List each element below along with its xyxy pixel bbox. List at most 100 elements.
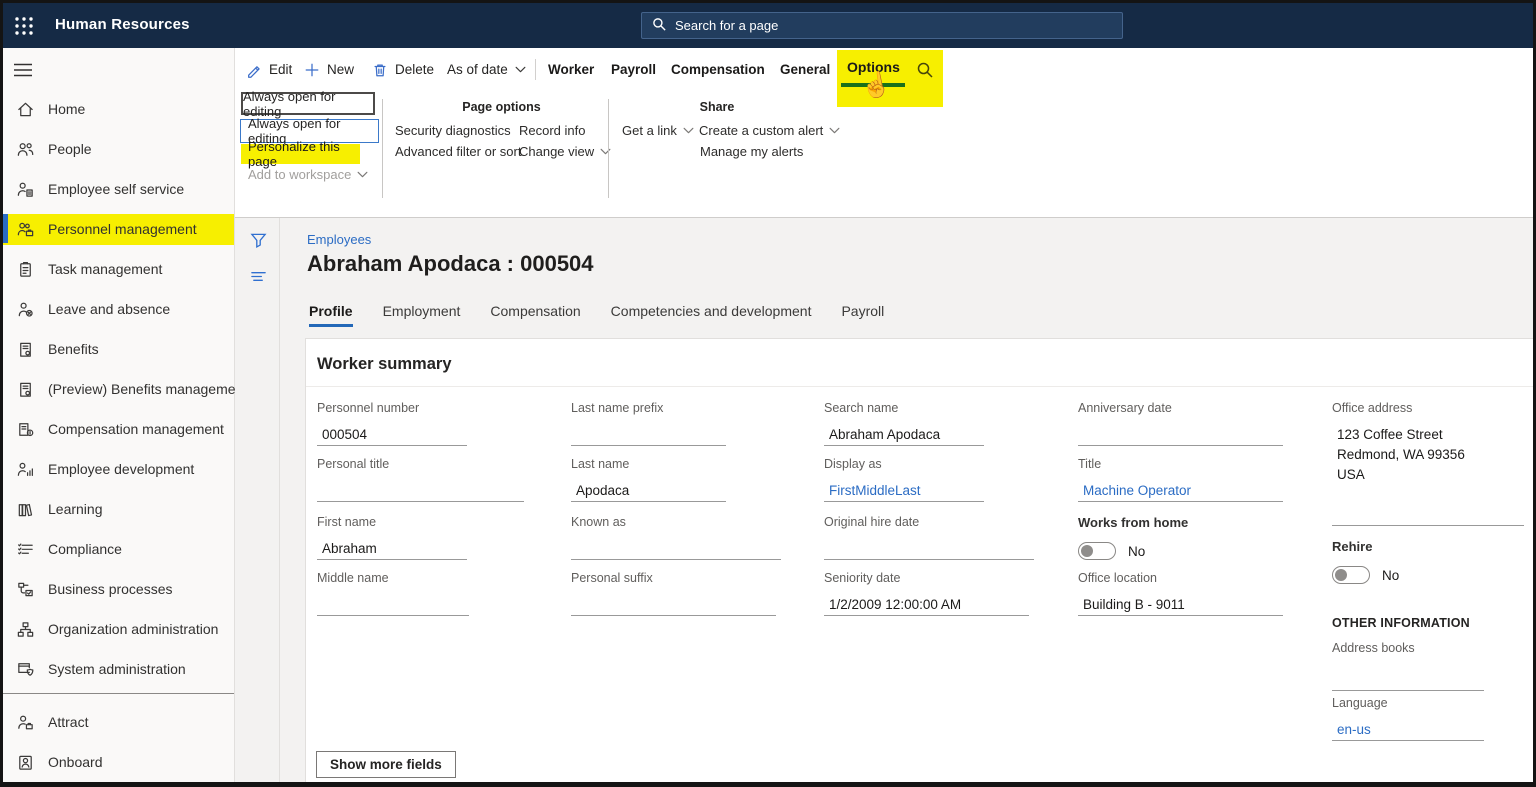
menu-item-create-a-custom-alert[interactable]: Create a custom alert (699, 123, 840, 138)
app-launcher-button[interactable] (14, 16, 36, 36)
original-hire-date-input[interactable] (824, 538, 1034, 560)
personal-title-input[interactable] (317, 480, 524, 502)
flyout-divider (608, 99, 609, 198)
field-display-as: Display as FirstMiddleLast (824, 457, 984, 502)
tab-competencies-and-development[interactable]: Competencies and development (611, 303, 812, 327)
language-link[interactable]: en-us (1332, 719, 1484, 741)
seniority-date-input[interactable]: 1/2/2009 12:00:00 AM (824, 594, 1029, 616)
home-icon (16, 100, 35, 119)
page-search-box[interactable]: Search for a page (641, 12, 1123, 39)
attract-icon (16, 713, 35, 732)
hamburger-button[interactable] (13, 62, 33, 83)
field-last-name: Last name Apodaca (571, 457, 726, 502)
worker-menu-button[interactable]: Worker (548, 48, 594, 91)
field-label: Middle name (317, 571, 469, 591)
sidebar-item-home[interactable]: Home (3, 89, 234, 129)
sidebar-item-compensation-management[interactable]: Compensation management (3, 409, 234, 449)
sidebar-item-leave-and-absence[interactable]: Leave and absence (3, 289, 234, 329)
menu-item-record-info[interactable]: Record info (519, 123, 585, 138)
field-first-name: First name Abraham (317, 515, 467, 560)
sidebar-item-learning[interactable]: Learning (3, 489, 234, 529)
delete-button[interactable]: Delete (372, 48, 434, 91)
always-open-for-editing-toggle[interactable]: Always open for editing (241, 92, 375, 115)
field-label: Display as (824, 457, 984, 477)
anniversary-date-input[interactable] (1078, 424, 1283, 446)
known-as-input[interactable] (571, 538, 781, 560)
tab-profile[interactable]: Profile (309, 303, 353, 327)
field-label: Rehire (1332, 539, 1399, 559)
field-anniversary-date: Anniversary date (1078, 401, 1283, 446)
sidebar-item-employee-development[interactable]: Employee development (3, 449, 234, 489)
menu-item-get-a-link[interactable]: Get a link (622, 123, 694, 138)
field-label: Search name (824, 401, 984, 421)
field-personnel-number: Personnel number 000504 (317, 401, 467, 446)
breadcrumb[interactable]: Employees (307, 232, 371, 247)
section-divider (306, 386, 1533, 387)
flyout-divider (382, 99, 383, 198)
toggle-value: No (1128, 544, 1145, 559)
payroll-menu-button[interactable]: Payroll (611, 48, 656, 91)
tab-employment[interactable]: Employment (383, 303, 461, 327)
field-label: Personnel number (317, 401, 467, 421)
field-label: Personal suffix (571, 571, 776, 591)
new-button[interactable]: New (304, 48, 354, 91)
display-as-link[interactable]: FirstMiddleLast (824, 480, 984, 502)
last-name-input[interactable]: Apodaca (571, 480, 726, 502)
show-list-icon[interactable] (250, 268, 267, 285)
office-location-input[interactable]: Building B - 9011 (1078, 594, 1283, 616)
works-from-home-toggle[interactable] (1078, 542, 1116, 560)
filter-icon[interactable] (250, 232, 267, 249)
menu-item-advanced-filter-or-sort[interactable]: Advanced filter or sort (395, 144, 521, 159)
office-address-line[interactable]: 123 Coffee Street (1332, 425, 1524, 445)
office-address-line[interactable]: USA (1332, 465, 1524, 485)
edit-button[interactable]: Edit (246, 48, 292, 91)
sidebar-item-organization-administration[interactable]: Organization administration (3, 609, 234, 649)
rehire-toggle[interactable] (1332, 566, 1370, 584)
record-tabs: Profile Employment Compensation Competen… (309, 303, 884, 327)
toggle-knob (1081, 545, 1093, 557)
options-menu-button[interactable]: Options ☝ (837, 50, 943, 107)
general-menu-button[interactable]: General (780, 48, 830, 91)
sidebar-item-compliance[interactable]: Compliance (3, 529, 234, 569)
sidebar-item-onboard[interactable]: Onboard (3, 742, 234, 782)
menu-item-security-diagnostics[interactable]: Security diagnostics (395, 123, 511, 138)
field-label: Personal title (317, 457, 524, 477)
field-label: Known as (571, 515, 781, 535)
sidebar-item-employee-self-service[interactable]: Employee self service (3, 169, 234, 209)
search-name-input[interactable]: Abraham Apodaca (824, 424, 984, 446)
search-placeholder: Search for a page (675, 18, 778, 33)
address-books-input[interactable] (1332, 669, 1484, 691)
field-language: Language en-us (1332, 696, 1484, 741)
title-link[interactable]: Machine Operator (1078, 480, 1283, 502)
last-name-prefix-input[interactable] (571, 424, 726, 446)
tab-payroll[interactable]: Payroll (841, 303, 884, 327)
as-of-date-button[interactable]: As of date (447, 48, 526, 91)
sidebar-item-task-management[interactable]: Task management (3, 249, 234, 289)
menu-item-personalize-this-page[interactable]: Personalize this page (241, 144, 360, 164)
chevron-down-icon (515, 66, 526, 73)
sidebar-item-system-administration[interactable]: System administration (3, 649, 234, 689)
sidebar-item-business-processes[interactable]: Business processes (3, 569, 234, 609)
sidebar-item-personnel-management[interactable]: Personnel management (3, 209, 234, 249)
chevron-down-icon (357, 171, 368, 178)
tab-compensation[interactable]: Compensation (490, 303, 580, 327)
show-more-fields-button[interactable]: Show more fields (316, 751, 456, 778)
toggle-value: No (1382, 568, 1399, 583)
middle-name-input[interactable] (317, 594, 469, 616)
first-name-input[interactable]: Abraham (317, 538, 467, 560)
chevron-down-icon (829, 127, 840, 134)
sidebar-item-people[interactable]: People (3, 129, 234, 169)
personnel-number-input[interactable]: 000504 (317, 424, 467, 446)
menu-item-change-view[interactable]: Change view (519, 144, 611, 159)
sidebar-item-benefits[interactable]: Benefits (3, 329, 234, 369)
personal-suffix-input[interactable] (571, 594, 776, 616)
field-label: Last name (571, 457, 726, 477)
sidebar-item-attract[interactable]: Attract (3, 702, 234, 742)
menu-item-add-to-workspace[interactable]: Add to workspace (248, 167, 368, 182)
field-label: Original hire date (824, 515, 1034, 535)
menu-item-manage-my-alerts[interactable]: Manage my alerts (700, 144, 803, 159)
person-absence-icon (16, 300, 35, 319)
office-address-line[interactable]: Redmond, WA 99356 (1332, 445, 1524, 465)
compensation-menu-button[interactable]: Compensation (671, 48, 765, 91)
sidebar-item-benefits-management[interactable]: (Preview) Benefits management (3, 369, 234, 409)
